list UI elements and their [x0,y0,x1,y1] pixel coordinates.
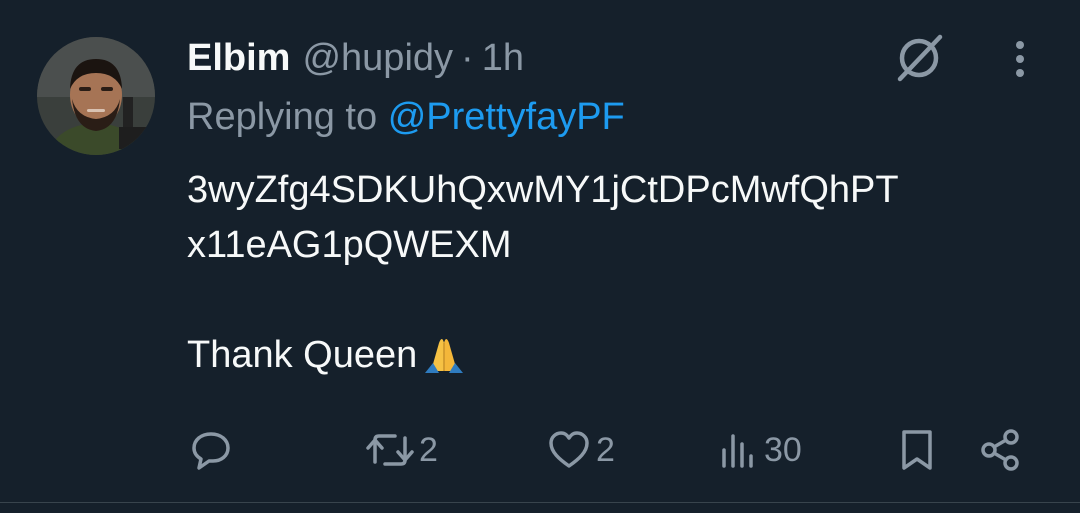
share-button[interactable] [977,426,1023,474]
heart-icon [549,431,589,468]
tweet-text-line: x11eAG1pQWEXM [187,224,512,266]
replying-to: Replying to @PrettyfayPF [187,96,625,139]
tweet-text-content: Thank Queen [187,334,418,376]
views-icon [722,434,753,468]
like-button[interactable]: 2 [546,426,615,474]
retweet-button[interactable]: 2 [365,426,438,474]
separator-dot: · [461,36,474,79]
like-count: 2 [596,430,615,469]
retweet-icon [366,434,414,466]
author-name[interactable]: Elbim [187,37,290,80]
bookmark-button[interactable] [899,426,935,474]
replying-prefix: Replying to [187,96,378,138]
author-handle[interactable]: @hupidy [302,37,453,80]
reply-mention-link[interactable]: @PrettyfayPF [388,96,625,138]
tweet[interactable]: Elbim @hupidy · 1h Replying to @Prettyfa… [0,0,1080,513]
retweet-count: 2 [419,430,438,469]
bookmark-icon [902,430,932,470]
timestamp[interactable]: 1h [482,37,524,80]
reply-button[interactable] [189,426,233,474]
tweet-text-line: Thank Queen [187,328,899,383]
divider [0,502,1080,503]
avatar[interactable] [37,37,155,155]
tweet-text: 3wyZfg4SDKUhQxwMY1jCtDPcMwfQhPT x11eAG1p… [187,163,899,383]
views-button[interactable]: 30 [718,426,802,474]
more-vertical-icon[interactable] [1002,38,1038,82]
tweet-header: Elbim @hupidy · 1h [187,30,524,86]
share-icon [981,429,1019,471]
folded-hands-emoji [425,339,464,373]
view-count: 30 [764,430,802,469]
grok-icon[interactable] [890,33,948,83]
reply-icon [192,432,230,470]
tweet-text-line: 3wyZfg4SDKUhQxwMY1jCtDPcMwfQhPT [187,169,899,211]
